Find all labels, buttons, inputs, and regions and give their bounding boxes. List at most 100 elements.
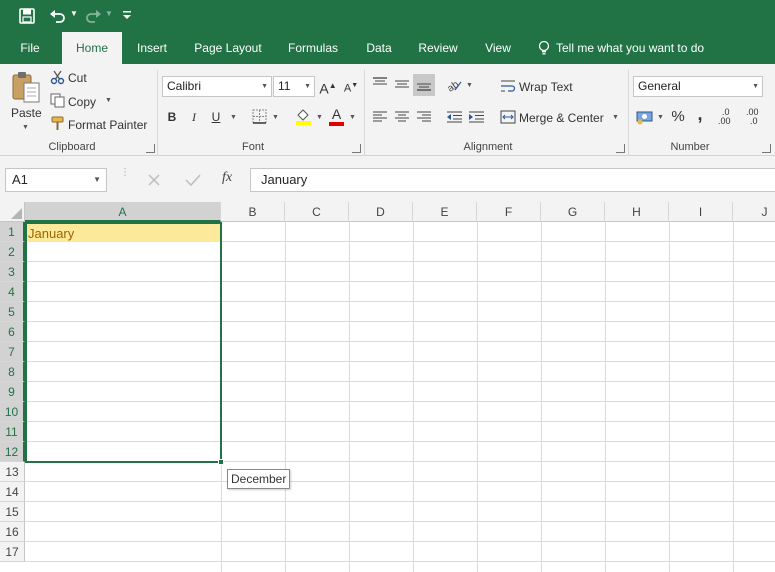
- tab-formulas[interactable]: Formulas: [278, 32, 348, 64]
- row-header-12[interactable]: 12: [0, 442, 25, 462]
- decrease-decimal-button[interactable]: .00 .0: [746, 108, 770, 126]
- column-header-a[interactable]: A: [25, 202, 221, 222]
- tell-me-search[interactable]: Tell me what you want to do: [556, 32, 712, 64]
- column-header-b[interactable]: B: [221, 202, 285, 222]
- drag-handle-icon[interactable]: ⋮: [120, 168, 130, 190]
- formula-input[interactable]: January: [250, 168, 775, 192]
- font-launcher-icon[interactable]: [352, 144, 361, 153]
- cut-icon[interactable]: [50, 70, 65, 85]
- tab-page-layout[interactable]: Page Layout: [184, 32, 272, 64]
- redo-icon[interactable]: [84, 7, 102, 25]
- select-all-corner[interactable]: [0, 202, 25, 222]
- enter-check-icon[interactable]: [185, 173, 201, 187]
- column-header-i[interactable]: I: [669, 202, 733, 222]
- alignment-launcher-icon[interactable]: [616, 144, 625, 153]
- row-header-11[interactable]: 11: [0, 422, 25, 442]
- clipboard-launcher-icon[interactable]: [146, 144, 155, 153]
- copy-icon[interactable]: [50, 93, 65, 108]
- column-header-d[interactable]: D: [349, 202, 413, 222]
- borders-icon[interactable]: [252, 109, 267, 124]
- paste-button[interactable]: Paste: [11, 106, 42, 120]
- comma-style-button[interactable]: ,: [690, 104, 710, 124]
- number-format-combo[interactable]: General ▼: [633, 76, 763, 97]
- name-box[interactable]: A1 ▼: [5, 168, 107, 192]
- wrap-text-icon[interactable]: [500, 78, 516, 94]
- align-center-icon[interactable]: [394, 109, 410, 125]
- column-header-e[interactable]: E: [413, 202, 477, 222]
- column-header-j[interactable]: J: [733, 202, 775, 222]
- font-color-icon[interactable]: A: [328, 106, 345, 126]
- format-painter-button[interactable]: Format Painter: [68, 118, 147, 132]
- tab-view[interactable]: View: [474, 32, 522, 64]
- row-header-1[interactable]: 1: [0, 222, 25, 242]
- increase-decimal-button[interactable]: .0 .00: [718, 108, 740, 126]
- merge-dropdown-icon[interactable]: ▼: [612, 114, 619, 121]
- font-family-combo[interactable]: Calibri ▼: [162, 76, 272, 97]
- chevron-down-icon[interactable]: ▼: [93, 169, 101, 191]
- top-align-icon[interactable]: [372, 76, 388, 92]
- tab-review[interactable]: Review: [410, 32, 466, 64]
- bottom-align-icon[interactable]: [413, 74, 435, 96]
- row-header-13[interactable]: 13: [0, 462, 25, 482]
- cut-button[interactable]: Cut: [68, 71, 87, 85]
- row-header-9[interactable]: 9: [0, 382, 25, 402]
- wrap-text-button[interactable]: Wrap Text: [519, 80, 573, 94]
- row-header-4[interactable]: 4: [0, 282, 25, 302]
- customize-toolbar-icon[interactable]: [122, 8, 132, 22]
- accounting-dropdown-icon[interactable]: ▼: [657, 114, 664, 121]
- fill-color-icon[interactable]: [295, 107, 312, 125]
- column-header-c[interactable]: C: [285, 202, 349, 222]
- row-header-10[interactable]: 10: [0, 402, 25, 422]
- percent-style-button[interactable]: %: [668, 107, 688, 127]
- italic-button[interactable]: I: [184, 107, 204, 127]
- align-left-icon[interactable]: [372, 109, 388, 125]
- borders-dropdown-icon[interactable]: ▼: [272, 114, 279, 121]
- decrease-indent-icon[interactable]: [446, 109, 463, 125]
- tab-data[interactable]: Data: [355, 32, 403, 64]
- row-header-17[interactable]: 17: [0, 542, 25, 562]
- column-header-f[interactable]: F: [477, 202, 541, 222]
- shrink-font-button[interactable]: A▼: [341, 76, 361, 96]
- font-color-dropdown-icon[interactable]: ▼: [349, 114, 356, 121]
- fill-handle[interactable]: [218, 459, 224, 465]
- column-header-g[interactable]: G: [541, 202, 605, 222]
- tab-home[interactable]: Home: [62, 32, 122, 64]
- font-size-combo[interactable]: 11 ▼: [273, 76, 315, 97]
- tab-insert[interactable]: Insert: [126, 32, 178, 64]
- number-launcher-icon[interactable]: [762, 144, 771, 153]
- align-right-icon[interactable]: [416, 109, 432, 125]
- accounting-format-icon[interactable]: [636, 109, 654, 125]
- underline-dropdown-icon[interactable]: ▼: [230, 114, 237, 121]
- undo-icon[interactable]: [49, 7, 67, 25]
- bold-button[interactable]: B: [162, 107, 182, 127]
- format-painter-icon[interactable]: [50, 116, 65, 131]
- underline-button[interactable]: U: [206, 107, 226, 127]
- row-header-16[interactable]: 16: [0, 522, 25, 542]
- row-header-14[interactable]: 14: [0, 482, 25, 502]
- paste-dropdown-icon[interactable]: ▼: [22, 124, 29, 131]
- redo-dropdown-icon[interactable]: ▼: [105, 9, 113, 18]
- orientation-dropdown-icon[interactable]: ▼: [466, 82, 473, 89]
- row-header-8[interactable]: 8: [0, 362, 25, 382]
- merge-center-icon[interactable]: [500, 109, 516, 125]
- row-header-7[interactable]: 7: [0, 342, 25, 362]
- orientation-icon[interactable]: ab: [445, 76, 463, 95]
- undo-dropdown-icon[interactable]: ▼: [70, 9, 78, 18]
- row-header-2[interactable]: 2: [0, 242, 25, 262]
- copy-button[interactable]: Copy: [68, 95, 96, 109]
- paste-icon[interactable]: [10, 70, 42, 104]
- row-header-15[interactable]: 15: [0, 502, 25, 522]
- tab-file[interactable]: File: [8, 32, 52, 64]
- row-header-6[interactable]: 6: [0, 322, 25, 342]
- insert-function-icon[interactable]: fx: [222, 170, 232, 186]
- fill-color-dropdown-icon[interactable]: ▼: [316, 114, 323, 121]
- worksheet-grid[interactable]: ABCDEFGHIJ 1 2 3 4 5 6 7 8 9 10 11 12 13 14 15 16 17 Jan…: [0, 202, 775, 572]
- column-header-h[interactable]: H: [605, 202, 669, 222]
- row-header-3[interactable]: 3: [0, 262, 25, 282]
- increase-indent-icon[interactable]: [468, 109, 485, 125]
- middle-align-icon[interactable]: [394, 76, 410, 92]
- merge-center-button[interactable]: Merge & Center: [519, 111, 604, 125]
- copy-dropdown-icon[interactable]: ▼: [105, 97, 112, 104]
- grow-font-button[interactable]: A▲: [318, 76, 338, 97]
- cancel-icon[interactable]: [147, 173, 161, 187]
